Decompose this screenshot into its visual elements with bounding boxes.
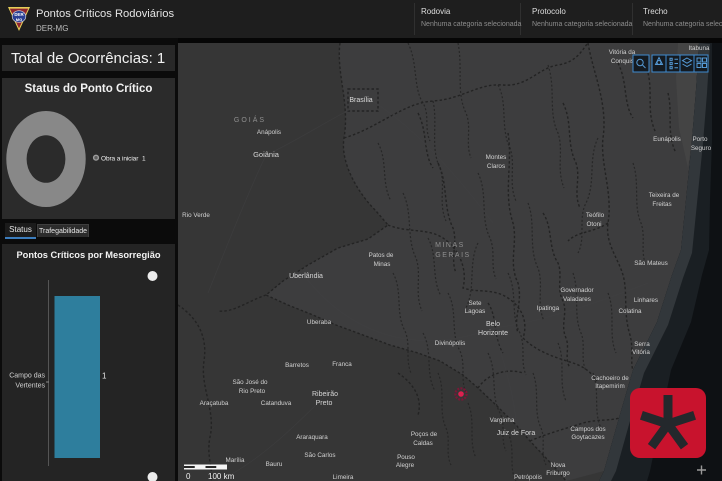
svg-text:Linhares: Linhares xyxy=(634,297,658,304)
svg-text:Obra a iniciar: Obra a iniciar xyxy=(101,156,139,163)
svg-text:Vitória: Vitória xyxy=(632,349,650,356)
svg-text:Ipatinga: Ipatinga xyxy=(537,305,560,312)
svg-text:Araraquara: Araraquara xyxy=(296,434,328,441)
svg-text:São José do: São José do xyxy=(232,379,268,386)
svg-text:GERAIS: GERAIS xyxy=(435,252,470,259)
svg-text:Teófilo: Teófilo xyxy=(586,212,605,219)
svg-text:Anápolis: Anápolis xyxy=(257,129,281,136)
svg-text:Porto: Porto xyxy=(692,136,708,143)
svg-text:São Carlos: São Carlos xyxy=(304,452,335,459)
svg-text:Itabuna: Itabuna xyxy=(688,45,710,52)
svg-text:Brasília: Brasília xyxy=(349,97,372,104)
svg-text:Serra: Serra xyxy=(634,341,650,348)
svg-text:Claros: Claros xyxy=(487,163,505,170)
svg-text:Goiânia: Goiânia xyxy=(253,150,280,159)
svg-text:Bauru: Bauru xyxy=(266,461,283,468)
svg-text:Belo: Belo xyxy=(486,321,500,328)
svg-text:Varginha: Varginha xyxy=(490,417,515,424)
svg-text:Cachoeiro de: Cachoeiro de xyxy=(591,375,629,382)
svg-text:Alegre: Alegre xyxy=(396,462,415,469)
svg-text:Poços de: Poços de xyxy=(411,431,438,438)
svg-text:GOIÁS: GOIÁS xyxy=(234,115,266,124)
svg-text:Araçatuba: Araçatuba xyxy=(200,400,229,407)
svg-text:Horizonte: Horizonte xyxy=(478,330,508,337)
svg-text:Freitas: Freitas xyxy=(652,201,671,208)
svg-text:Franca: Franca xyxy=(332,361,352,368)
svg-text:Divinópolis: Divinópolis xyxy=(435,340,465,347)
svg-text:Seguro: Seguro xyxy=(691,145,712,152)
svg-text:Sete: Sete xyxy=(469,300,482,307)
svg-text:Ribeirão: Ribeirão xyxy=(312,391,338,398)
svg-text:Goytacazes: Goytacazes xyxy=(571,434,604,441)
svg-text:Governador: Governador xyxy=(560,287,593,294)
svg-text:Rio Preto: Rio Preto xyxy=(239,388,266,395)
svg-text:Nova: Nova xyxy=(551,462,566,469)
svg-text:Preto: Preto xyxy=(316,400,333,407)
svg-text:Uberaba: Uberaba xyxy=(307,319,332,326)
svg-text:Valadares: Valadares xyxy=(563,296,591,303)
svg-text:Teixeira de: Teixeira de xyxy=(649,192,680,199)
svg-text:MINAS: MINAS xyxy=(435,242,465,249)
svg-text:Limeira: Limeira xyxy=(333,474,354,481)
svg-text:Pouso: Pouso xyxy=(397,454,415,461)
svg-text:Campos dos: Campos dos xyxy=(570,426,605,433)
svg-text:Lagoas: Lagoas xyxy=(465,308,486,315)
svg-text:Eunápolis: Eunápolis xyxy=(653,136,681,143)
svg-text:Campo das: Campo das xyxy=(9,373,45,380)
svg-text:Marília: Marília xyxy=(226,457,245,464)
svg-text:Rio Verde: Rio Verde xyxy=(182,212,210,219)
svg-text:100 km: 100 km xyxy=(208,472,235,481)
svg-text:Otoni: Otoni xyxy=(586,221,601,228)
svg-text:Catanduva: Catanduva xyxy=(261,400,292,407)
svg-text:Colatina: Colatina xyxy=(618,308,642,315)
svg-text:Itapemirim: Itapemirim xyxy=(595,383,624,390)
svg-text:Barretos: Barretos xyxy=(285,362,309,369)
svg-text:1: 1 xyxy=(142,156,146,163)
svg-text:Friburgo: Friburgo xyxy=(546,470,570,477)
svg-text:Vertentes: Vertentes xyxy=(15,383,45,390)
svg-text:Petrópolis: Petrópolis xyxy=(514,474,542,481)
svg-text:Vitória da: Vitória da xyxy=(609,49,636,56)
svg-text:1: 1 xyxy=(102,372,107,381)
svg-text:Minas: Minas xyxy=(374,261,391,268)
svg-text:Uberlândia: Uberlândia xyxy=(289,273,323,280)
svg-text:Patos de: Patos de xyxy=(369,252,394,259)
svg-text:Juiz de Fora: Juiz de Fora xyxy=(497,430,536,437)
svg-text:São Mateus: São Mateus xyxy=(634,260,668,267)
svg-text:Montes: Montes xyxy=(486,154,507,161)
svg-text:Caldas: Caldas xyxy=(413,440,433,447)
svg-text:0: 0 xyxy=(186,472,191,481)
svg-text:MG: MG xyxy=(16,17,22,22)
